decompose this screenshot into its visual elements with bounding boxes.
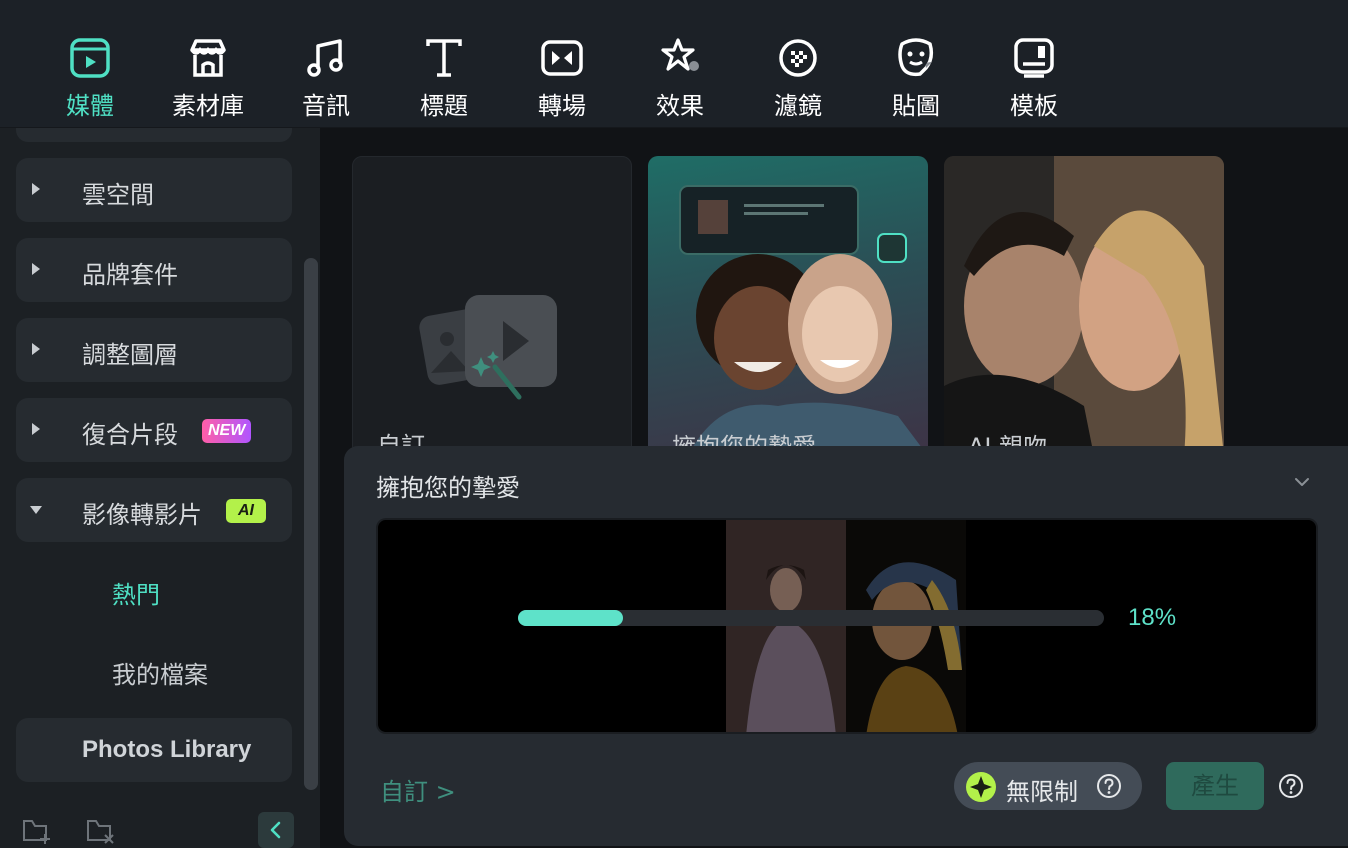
filter-icon (779, 39, 817, 77)
music-note-icon (307, 39, 343, 77)
tab-store-label: 素材庫 (172, 92, 244, 120)
ai-kiss-thumbnail (944, 156, 1224, 456)
tab-templates-label: 模板 (1010, 92, 1058, 120)
store-icon (190, 39, 226, 77)
sidebar-item-partial (16, 128, 292, 142)
new-folder-icon[interactable] (22, 816, 52, 844)
tab-audio[interactable]: 音訊 (276, 36, 376, 120)
expand-arrow-icon (32, 423, 40, 435)
chevron-left-icon (270, 821, 281, 839)
sidebar-item-cloud[interactable]: 雲空間 (16, 158, 292, 222)
template-card-ai-kiss[interactable]: AI 親吻 (944, 156, 1224, 456)
ai-badge: AI (226, 499, 266, 523)
template-card-embrace[interactable]: 擁抱您的摯愛 (648, 156, 928, 456)
tab-media-label: 媒體 (66, 92, 114, 120)
sidebar-item-label: Photos Library (82, 736, 252, 763)
generate-button[interactable]: 產生 (1166, 762, 1264, 810)
sidebar-item-label: 品牌套件 (82, 261, 178, 289)
sidebar-item-compound-clip[interactable]: 復合片段 NEW (16, 398, 292, 462)
tab-transitions[interactable]: 轉場 (512, 36, 612, 120)
unlimited-credits-button[interactable]: 無限制 (954, 762, 1142, 810)
sidebar-subitem-popular[interactable]: 熱門 (112, 575, 160, 610)
tab-filters-label: 濾鏡 (774, 92, 822, 120)
delete-folder-icon[interactable] (86, 816, 116, 844)
sidebar-item-label: 調整圖層 (82, 341, 178, 369)
sidebar-subitem-my-files[interactable]: 我的檔案 (112, 655, 208, 690)
expand-arrow-icon (32, 183, 40, 195)
help-icon[interactable] (1278, 773, 1304, 799)
sidebar-item-brand-kit[interactable]: 品牌套件 (16, 238, 292, 302)
generation-panel: 擁抱您的摯愛 18% 自訂 > 無限制 產生 (344, 446, 1348, 846)
embrace-thumbnail (679, 185, 928, 456)
sidebar-item-label: 復合片段 (82, 421, 178, 449)
preview-overlay (378, 520, 1316, 732)
tab-audio-label: 音訊 (302, 92, 350, 120)
progress-percent: 18% (1128, 604, 1177, 631)
tab-transitions-label: 轉場 (538, 92, 586, 120)
tab-titles-label: 標題 (420, 92, 468, 120)
sidebar-item-adjustment-layer[interactable]: 調整圖層 (16, 318, 292, 382)
sidebar-item-photos-library[interactable]: Photos Library (16, 718, 292, 782)
top-toolbar: 媒體 素材庫 音訊 標題 轉場 效果 濾鏡 貼圖 模板 (0, 0, 1348, 128)
tab-effects[interactable]: 效果 (630, 36, 730, 120)
image-to-video-icon (419, 295, 557, 400)
new-badge: NEW (202, 419, 252, 443)
tab-media[interactable]: 媒體 (40, 36, 140, 120)
generate-label: 產生 (1191, 772, 1239, 800)
app-window: 媒體 素材庫 音訊 標題 轉場 效果 濾鏡 貼圖 模板 雲空間 品牌套件 調整圖… (0, 0, 1348, 848)
media-icon (70, 38, 110, 78)
help-icon[interactable] (1096, 773, 1122, 799)
tab-filters[interactable]: 濾鏡 (748, 36, 848, 120)
tab-store[interactable]: 素材庫 (158, 36, 258, 120)
sidebar-item-label: 雲空間 (82, 181, 154, 209)
expand-arrow-icon (32, 343, 40, 355)
preview-area: 18% (376, 518, 1318, 734)
tab-titles[interactable]: 標題 (394, 36, 494, 120)
custom-link[interactable]: 自訂 > (380, 772, 456, 807)
sparkle-icon (966, 772, 996, 802)
tab-stickers[interactable]: 貼圖 (866, 36, 966, 120)
effects-star-icon (661, 38, 699, 71)
collapse-arrow-icon (30, 506, 42, 514)
template-card-custom[interactable]: 自訂 (352, 156, 632, 456)
transition-icon (541, 40, 583, 76)
sidebar-scrollbar[interactable] (304, 258, 318, 790)
collapse-sidebar-button[interactable] (258, 812, 294, 848)
sticker-icon (898, 38, 934, 77)
tab-stickers-label: 貼圖 (892, 92, 940, 120)
title-t-icon (426, 39, 462, 77)
sidebar-item-label: 影像轉影片 (82, 501, 202, 529)
panel-title: 擁抱您的摯愛 (376, 474, 520, 502)
progress-bar (518, 610, 1104, 626)
sidebar-item-image-to-video[interactable]: 影像轉影片 AI (16, 478, 292, 542)
template-icon (1014, 38, 1054, 78)
tab-templates[interactable]: 模板 (984, 36, 1084, 120)
chevron-down-icon[interactable] (1294, 474, 1310, 490)
tab-effects-label: 效果 (656, 92, 704, 120)
unlimited-label: 無限制 (1006, 778, 1078, 806)
progress-bar-fill (518, 610, 624, 626)
expand-arrow-icon (32, 263, 40, 275)
